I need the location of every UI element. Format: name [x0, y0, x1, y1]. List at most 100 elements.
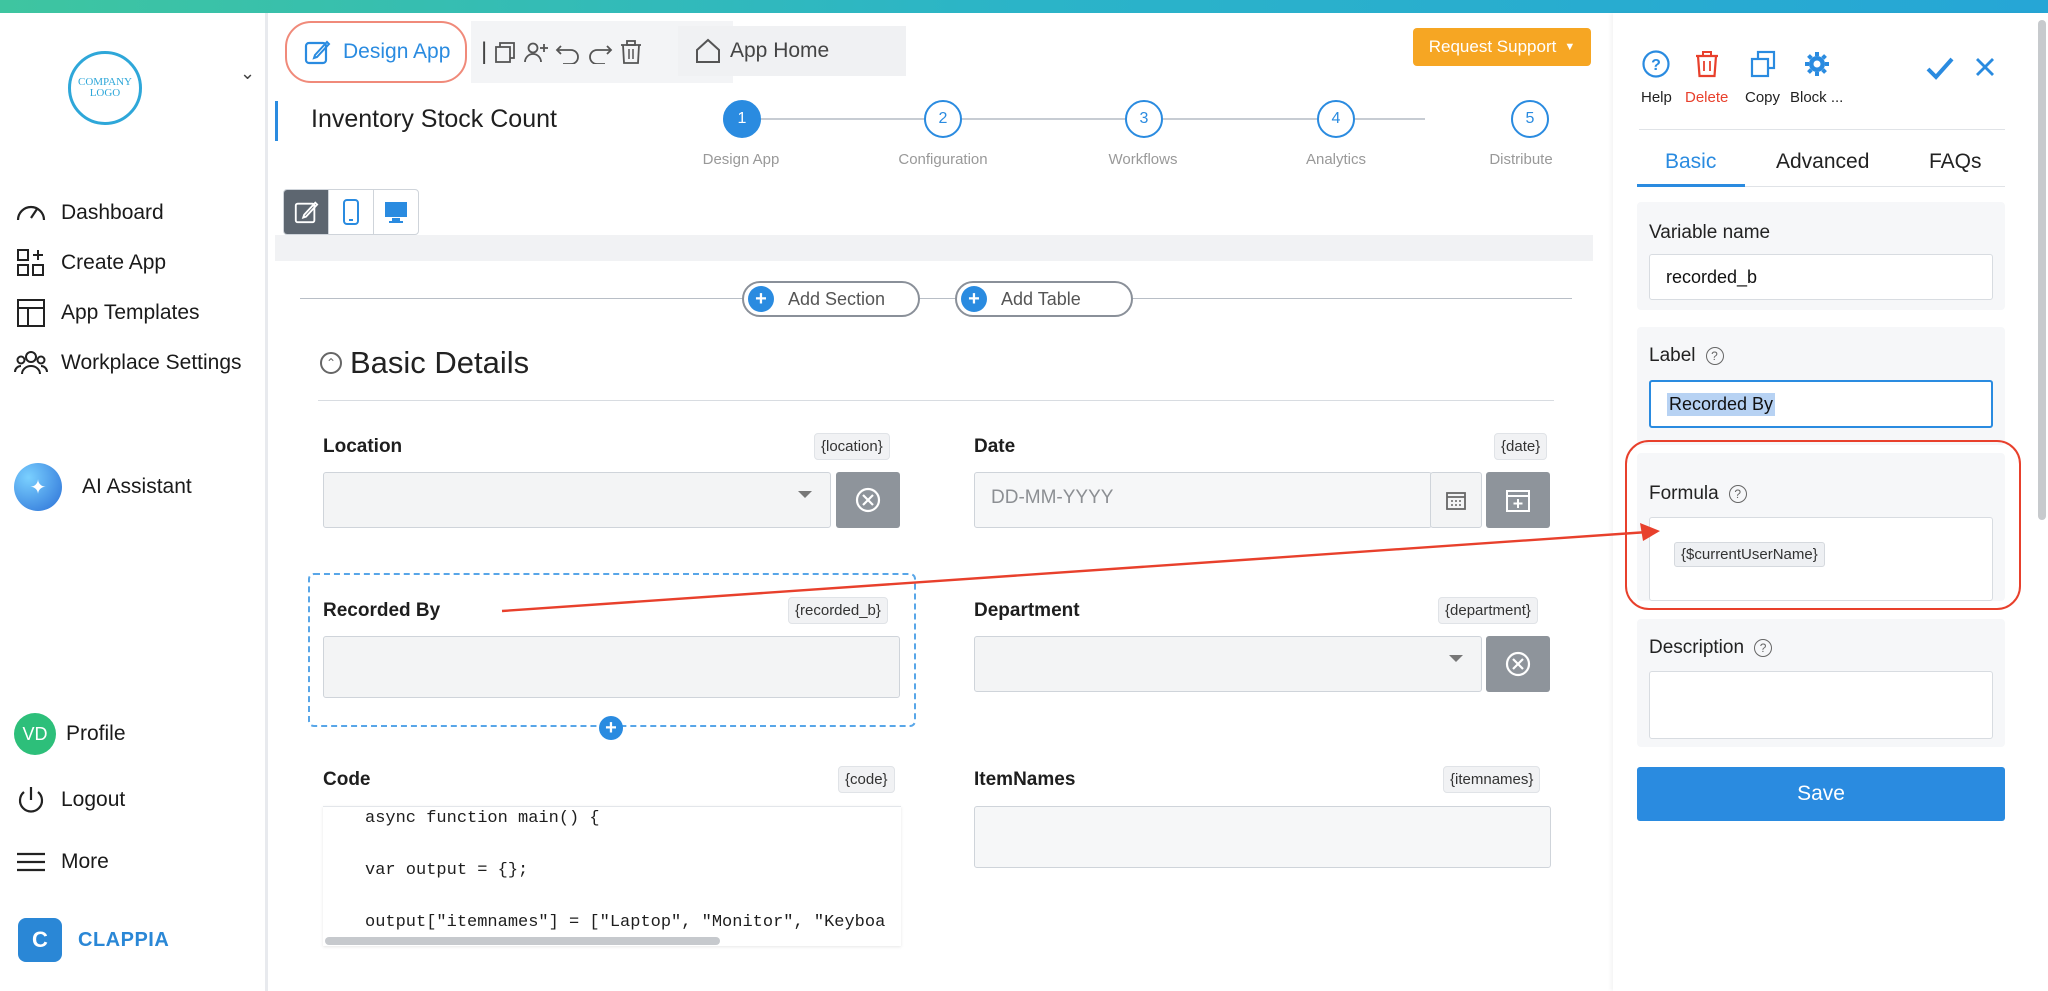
request-support-button[interactable]: Request Support ▼	[1413, 28, 1591, 66]
itemnames-input[interactable]	[974, 806, 1551, 868]
chevron-down-icon[interactable]: ⌄	[240, 63, 255, 84]
variable-name-card: Variable name recorded_b	[1637, 202, 2005, 310]
redo-icon[interactable]	[587, 40, 613, 64]
sidebar-item-dashboard[interactable]: Dashboard	[14, 193, 164, 233]
copy-icon	[1750, 50, 1775, 78]
department-variable-tag: {department}	[1438, 597, 1538, 624]
view-toggle	[283, 189, 419, 235]
section-header[interactable]: ⌃ Basic Details	[320, 345, 529, 381]
department-label: Department	[974, 600, 1080, 621]
trash-icon[interactable]	[619, 39, 643, 65]
step-label: Distribute	[1489, 151, 1553, 168]
block-settings-button[interactable]: Block ...	[1790, 49, 1843, 106]
add-table-button[interactable]: + Add Table	[955, 281, 1133, 317]
recorded-by-input[interactable]	[323, 636, 900, 698]
sidebar-item-workplace-settings[interactable]: Workplace Settings	[14, 343, 242, 383]
description-label: Description ?	[1649, 637, 1773, 659]
help-icon: ?	[1642, 50, 1671, 78]
sidebar-item-more[interactable]: More	[14, 842, 109, 882]
itemnames-label: ItemNames	[974, 769, 1076, 790]
description-label-text: Description	[1649, 637, 1745, 658]
tab-basic[interactable]: Basic	[1665, 150, 1716, 174]
close-icon[interactable]	[1973, 55, 1997, 79]
section-title: Basic Details	[350, 345, 530, 380]
calendar-button[interactable]	[1430, 472, 1482, 528]
delete-button[interactable]: Delete	[1685, 49, 1728, 106]
step-label: Design App	[702, 151, 780, 168]
code-line: var output = {};	[365, 861, 529, 880]
mobile-view-button[interactable]	[329, 190, 374, 234]
description-card: Description ?	[1637, 619, 2005, 747]
horizontal-scrollbar[interactable]	[325, 937, 720, 945]
label-input[interactable]: Recorded By	[1649, 380, 1993, 428]
date-placeholder: DD-MM-YYYY	[991, 487, 1114, 508]
help-circle-icon[interactable]: ?	[1705, 347, 1724, 365]
edit-view-button[interactable]	[284, 190, 329, 234]
app-home-button[interactable]: App Home	[678, 26, 906, 76]
location-select[interactable]	[323, 472, 831, 528]
step-5[interactable]: 5	[1511, 100, 1549, 138]
itemnames-variable-tag: {itemnames}	[1443, 766, 1541, 793]
department-select[interactable]	[974, 636, 1482, 692]
sidebar-item-app-templates[interactable]: App Templates	[14, 293, 200, 333]
sidebar-item-label: App Templates	[61, 301, 200, 324]
ai-assistant-icon: ✦	[14, 463, 62, 511]
variable-name-input[interactable]: recorded_b	[1649, 254, 1993, 300]
code-editor[interactable]: async function main() { var output = {};…	[323, 806, 901, 946]
add-field-plus-icon[interactable]: +	[599, 716, 623, 740]
save-button[interactable]: Save	[1637, 767, 2005, 821]
design-app-button[interactable]: Design App	[285, 21, 467, 83]
recorded-by-variable-tag: {recorded_b}	[788, 597, 888, 624]
variable-name-value: recorded_b	[1666, 266, 1758, 287]
power-icon	[18, 787, 44, 813]
copy-label: Copy	[1745, 89, 1781, 106]
sidebar-item-profile[interactable]: VD Profile	[14, 712, 126, 756]
step-label: Workflows	[1108, 151, 1178, 168]
svg-text:?: ?	[1652, 57, 1662, 74]
vertical-scrollbar[interactable]	[2038, 20, 2046, 520]
desktop-view-button[interactable]	[374, 190, 418, 234]
step-3[interactable]: 3	[1125, 100, 1163, 138]
company-logo[interactable]: COMPANY LOGO	[68, 51, 142, 125]
header-divider-band	[275, 235, 1593, 261]
step-1[interactable]: 1	[723, 100, 761, 138]
date-label: Date	[974, 436, 1016, 457]
caret-down-icon	[798, 491, 812, 498]
help-button[interactable]: ? Help	[1641, 49, 1672, 106]
sidebar-item-label: Dashboard	[61, 201, 164, 224]
date-input[interactable]: DD-MM-YYYY	[974, 472, 1432, 528]
block-label: Block ...	[1790, 89, 1844, 106]
sidebar-item-label: Create App	[61, 251, 167, 274]
sidebar: COMPANY LOGO ⌄ Dashboard Create App App T…	[0, 13, 268, 991]
home-icon	[696, 38, 720, 63]
step-label: Configuration	[898, 151, 988, 168]
undo-icon[interactable]	[555, 40, 581, 64]
step-4[interactable]: 4	[1317, 100, 1355, 138]
tab-advanced[interactable]: Advanced	[1776, 150, 1869, 174]
sidebar-item-logout[interactable]: Logout	[14, 780, 125, 820]
brand-logo[interactable]: C CLAPPIA	[18, 918, 169, 962]
calendar-icon	[1446, 492, 1466, 510]
top-gradient-bar	[0, 0, 2048, 13]
copy-icon[interactable]	[493, 40, 517, 64]
date-add-button[interactable]	[1486, 472, 1550, 528]
sidebar-item-create-app[interactable]: Create App	[14, 243, 166, 283]
date-variable-tag: {date}	[1494, 433, 1548, 460]
description-input[interactable]	[1649, 671, 1993, 739]
checkmark-icon[interactable]	[1925, 53, 1955, 83]
tab-faqs[interactable]: FAQs	[1929, 150, 1982, 174]
copy-button[interactable]: Copy	[1745, 49, 1780, 106]
location-clear-button[interactable]	[836, 472, 900, 528]
sidebar-item-ai-assistant[interactable]: ✦ AI Assistant	[14, 462, 192, 512]
calendar-plus-icon	[1506, 490, 1530, 512]
sidebar-item-label: Workplace Settings	[61, 351, 242, 374]
help-circle-icon[interactable]: ?	[1754, 639, 1773, 657]
department-clear-button[interactable]	[1486, 636, 1550, 692]
support-label: Request Support	[1428, 37, 1557, 56]
delete-label: Delete	[1685, 89, 1729, 106]
step-2[interactable]: 2	[924, 100, 962, 138]
menu-icon	[17, 852, 45, 872]
team-icon	[14, 351, 48, 375]
add-section-button[interactable]: + Add Section	[742, 281, 920, 317]
add-user-icon[interactable]	[523, 40, 549, 64]
